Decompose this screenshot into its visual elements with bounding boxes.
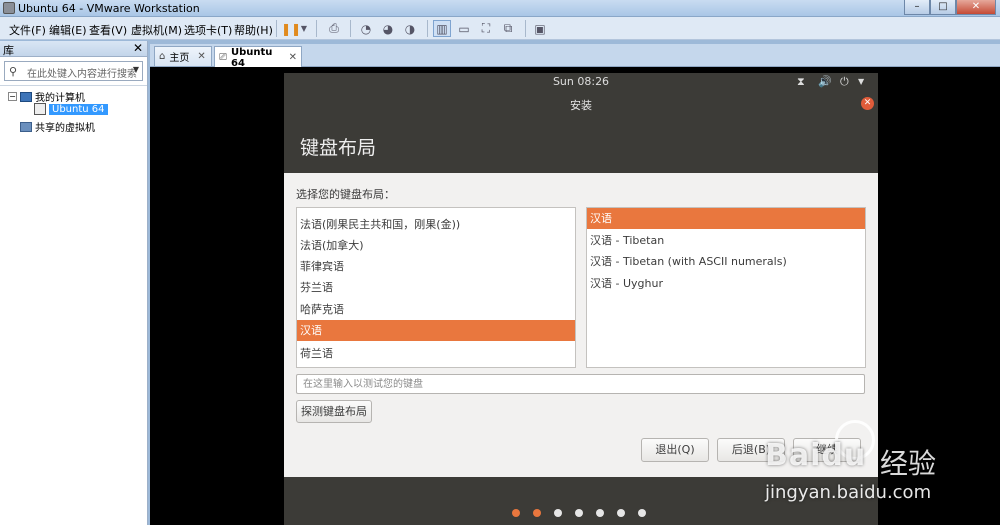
library-tree: − 我的计算机 Ubuntu 64 共享的虚拟机 [0,85,147,525]
vmware-app-icon [3,2,15,14]
menu-vm[interactable]: 虚拟机(M) [131,22,182,38]
tab-home[interactable]: ⌂ 主页 ✕ [154,46,212,66]
tree-label: 我的计算机 [35,93,85,104]
close-tab-icon[interactable]: ✕ [289,52,297,63]
menu-edit[interactable]: 编辑(E) [49,22,87,38]
dialog-close-button[interactable]: ✕ [861,97,874,110]
ubuntu-top-bar: Sun 08:26 ⧗ 🔊 ⏻ ▼ [284,73,878,91]
library-search-placeholder: 在此处键入内容进行搜索 [27,69,137,80]
close-window-button[interactable]: ✕ [956,0,996,15]
library-header: 库 ✕ [0,41,147,57]
tree-item-my-computer[interactable]: − 我的计算机 [8,89,85,104]
list-item[interactable]: 芬兰语 [297,277,575,298]
watermark-url: jingyan.baidu.com [765,482,932,503]
progress-dot [638,509,646,517]
library-title: 库 [3,44,14,57]
tree-label: Ubuntu 64 [49,103,108,115]
list-item[interactable]: 法语(加拿大) [297,235,575,256]
tab-label: Ubuntu 64 [231,46,273,69]
variant-item[interactable]: 汉语 - Tibetan [587,230,865,251]
list-item[interactable]: 菲律宾语 [297,256,575,277]
window-title: Ubuntu 64 - VMware Workstation [18,2,200,15]
snapshot-icon[interactable]: ◔ [357,20,375,37]
quit-button[interactable]: 退出(Q) [641,438,709,462]
chevron-down-icon[interactable]: ▼ [133,65,139,74]
menu-view[interactable]: 查看(V) [89,22,127,38]
search-icon: ⚲ [9,65,18,78]
thumbnail-bar-icon[interactable]: ▭ [455,20,473,37]
progress-dot-done [512,509,520,517]
list-item[interactable]: 荷兰语 [297,343,575,364]
keyboard-variant-list[interactable]: 汉语 汉语 - Tibetan 汉语 - Tibetan (with ASCII… [586,207,866,368]
home-icon: ⌂ [159,51,166,62]
vm-tab-icon: ⎚ [219,52,227,63]
menu-tabs[interactable]: 选项卡(T) [184,22,232,38]
keyboard-test-input[interactable] [296,374,865,394]
layout-prompt: 选择您的键盘布局： [296,188,395,201]
tree-item-ubuntu-64[interactable]: Ubuntu 64 [34,103,108,115]
watermark-brand: Baidu [765,438,867,473]
close-tab-icon[interactable]: ✕ [197,51,205,62]
list-item-partial [297,208,575,212]
tab-label: 主页 [169,53,190,64]
volume-icon[interactable]: 🔊 [818,75,832,88]
collapse-icon[interactable]: − [8,92,17,101]
toolbar-separator [316,20,317,37]
progress-dot [596,509,604,517]
snapshot-manager-icon[interactable]: ◑ [401,20,419,37]
toolbar-separator [276,20,277,37]
chevron-down-icon[interactable]: ▼ [298,20,310,37]
revert-snapshot-icon[interactable]: ◕ [379,20,397,37]
menu-help[interactable]: 帮助(H) [234,22,273,38]
progress-dot [617,509,625,517]
chevron-down-icon[interactable]: ▼ [858,77,864,86]
menu-file[interactable]: 文件(F) [9,22,46,38]
toolbar-separator [350,20,351,37]
variant-item-selected[interactable]: 汉语 [587,208,865,229]
send-ctrl-alt-del-icon[interactable]: ⎙ [325,20,343,37]
baidu-watermark: Baidu 经验 jingyan.baidu.com [750,420,1000,520]
show-library-icon[interactable]: ▥ [433,20,451,37]
console-view-icon[interactable]: ▣ [531,20,549,37]
progress-dot-done [533,509,541,517]
computer-icon [20,91,32,102]
network-icon[interactable]: ⧗ [797,75,805,89]
menu-bar: 文件(F) 编辑(E) 查看(V) 虚拟机(M) 选项卡(T) 帮助(H) ❚❚… [0,17,1000,40]
tab-ubuntu-64[interactable]: ⎚ Ubuntu 64 ✕ [214,46,302,69]
dialog-header: 安装 ✕ 键盘布局 [284,91,878,173]
page-title: 键盘布局 [300,137,377,159]
fullscreen-icon[interactable]: ⛶ [477,20,495,37]
power-icon[interactable]: ⏻ [840,75,849,89]
library-search-input[interactable]: ⚲ 在此处键入内容进行搜索 ▼ [4,61,143,81]
toolbar-separator [525,20,526,37]
tree-label: 共享的虚拟机 [35,123,95,134]
list-item-selected[interactable]: 汉语 [297,320,575,341]
vm-icon [34,103,46,115]
keyboard-layout-list[interactable]: 法语(刚果民主共和国，刚果(金)) 法语(加拿大) 菲律宾语 芬兰语 哈萨克语 … [296,207,576,368]
progress-dot [554,509,562,517]
tab-bar: ⌂ 主页 ✕ ⎚ Ubuntu 64 ✕ [150,44,1000,69]
maximize-button[interactable]: □ [930,0,956,15]
window-titlebar: Ubuntu 64 - VMware Workstation – □ ✕ [0,0,1000,17]
unity-icon[interactable]: ⧉ [499,20,517,37]
list-item[interactable]: 哈萨克语 [297,299,575,320]
toolbar-separator [427,20,428,37]
variant-item[interactable]: 汉语 - Tibetan (with ASCII numerals) [587,251,865,272]
dialog-title: 安装 [570,99,592,112]
progress-dots [512,509,646,517]
clock[interactable]: Sun 08:26 [284,75,878,88]
library-close-icon[interactable]: ✕ [133,41,143,55]
library-panel: 库 ✕ ⚲ 在此处键入内容进行搜索 ▼ − 我的计算机 Ubuntu 64 共享… [0,41,148,525]
tree-item-shared-vms[interactable]: 共享的虚拟机 [20,119,95,134]
progress-dot [575,509,583,517]
shared-vm-icon [20,121,32,132]
minimize-button[interactable]: – [904,0,930,15]
detect-layout-button[interactable]: 探测键盘布局 [296,400,372,423]
watermark-suffix: 经验 [880,447,937,480]
variant-item[interactable]: 汉语 - Uyghur [587,273,865,294]
list-item[interactable]: 法语(刚果民主共和国，刚果(金)) [297,214,575,235]
window-controls: – □ ✕ [904,0,996,16]
